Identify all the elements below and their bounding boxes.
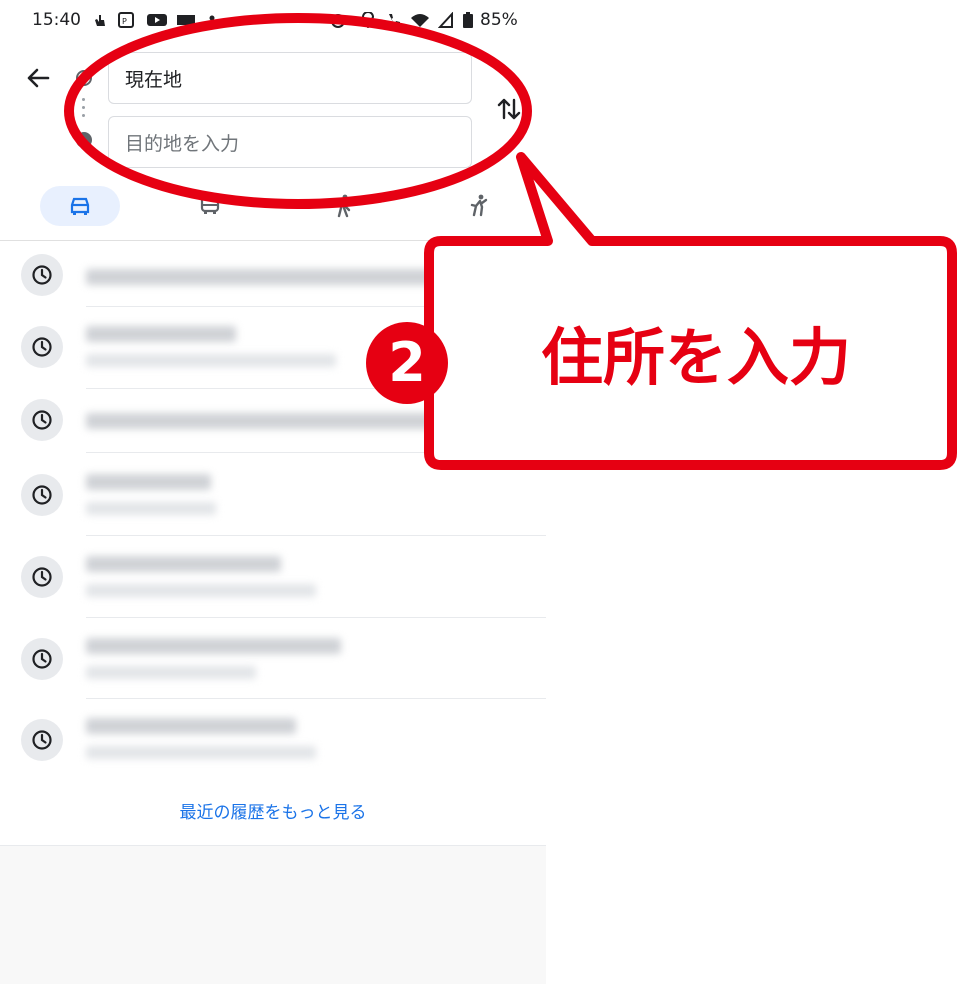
video-notification-icon (147, 14, 167, 26)
location-icon (361, 12, 375, 28)
ride-icon[interactable] (466, 194, 490, 218)
gesture-notification-icon (95, 15, 105, 26)
history-divider (86, 535, 546, 536)
destination-input[interactable]: 目的地を入力 (108, 116, 472, 168)
history-item-subtitle (86, 584, 316, 597)
status-bar: 15:40 P 85% (0, 0, 546, 44)
tabs-divider (0, 240, 546, 241)
history-item-title (86, 413, 446, 429)
history-clock-icon (21, 474, 63, 516)
callout-label: 住所を入力 (540, 321, 851, 394)
history-item-subtitle (86, 502, 216, 515)
history-clock-icon (21, 254, 63, 296)
wifi-icon (411, 14, 429, 27)
history-divider (86, 698, 546, 699)
route-dots-icon (82, 98, 86, 120)
history-item-subtitle (86, 746, 316, 759)
history-item-subtitle (86, 354, 336, 367)
history-item-title (86, 326, 236, 342)
history-clock-icon (21, 719, 63, 761)
battery-percentage: 85% (480, 10, 518, 30)
battery-icon (463, 12, 473, 28)
history-item-subtitle (86, 666, 256, 679)
swap-route-icon[interactable] (494, 94, 524, 124)
alarm-icon (331, 14, 345, 28)
signal-icon (438, 12, 453, 28)
more-notifications-icon (209, 15, 215, 21)
more-history-link[interactable]: 最近の履歴をもっと見る (0, 798, 546, 823)
status-time: 15:40 (32, 10, 81, 30)
history-item-title (86, 269, 506, 285)
tab-driving[interactable] (40, 186, 120, 226)
history-clock-icon (21, 556, 63, 598)
transit-icon[interactable] (198, 194, 222, 218)
history-divider (86, 306, 546, 307)
car-icon (70, 197, 90, 215)
history-divider (86, 452, 546, 453)
map-notification-icon: P (118, 12, 134, 28)
maps-directions-screen: 15:40 P 85% 現在地 目的地を入力 最近の履歴をもっと見る (0, 0, 546, 984)
history-clock-icon (21, 326, 63, 368)
history-divider (86, 388, 546, 389)
destination-marker-icon (76, 132, 92, 148)
origin-marker-icon (76, 70, 92, 86)
history-clock-icon (21, 638, 63, 680)
history-clock-icon (21, 399, 63, 441)
history-item-title (86, 556, 281, 572)
origin-input[interactable]: 現在地 (108, 52, 472, 104)
walk-icon[interactable] (332, 194, 356, 218)
bottom-panel (0, 845, 546, 984)
step-number-badge: 2 (366, 322, 448, 404)
back-arrow-icon[interactable] (22, 62, 54, 94)
history-item-title (86, 718, 296, 734)
svg-text:P: P (122, 17, 127, 26)
history-divider (86, 617, 546, 618)
history-item-title (86, 638, 341, 654)
call-icon (389, 14, 400, 26)
message-notification-icon (177, 15, 195, 25)
history-item-title (86, 474, 211, 490)
